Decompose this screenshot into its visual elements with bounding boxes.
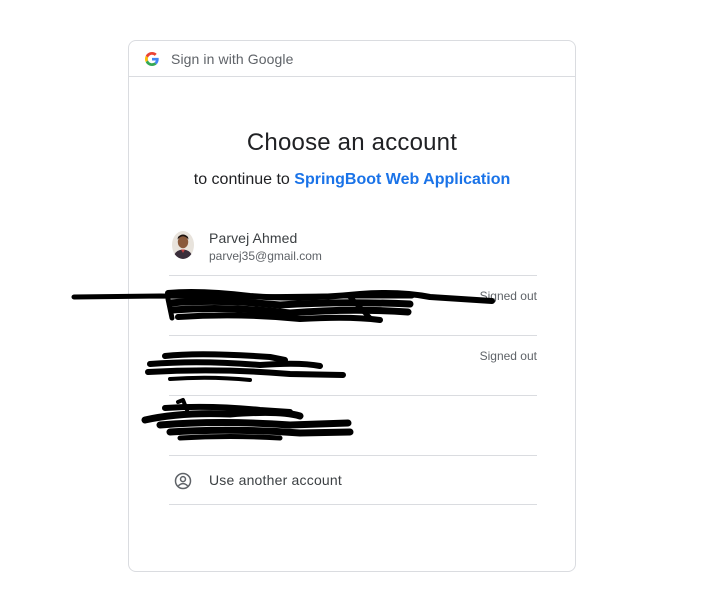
avatar bbox=[172, 231, 194, 259]
signed-out-label: Signed out bbox=[479, 349, 537, 363]
account-list: Parvej Ahmed parvej35@gmail.com Signed o… bbox=[169, 214, 537, 505]
account-name: Parvej Ahmed bbox=[209, 230, 298, 246]
use-another-account-label: Use another account bbox=[209, 472, 342, 488]
account-row-1[interactable]: Parvej Ahmed parvej35@gmail.com bbox=[169, 214, 537, 276]
account-chooser-card: Sign in with Google Choose an account to… bbox=[128, 40, 576, 572]
dialog-header: Sign in with Google bbox=[129, 41, 575, 77]
account-circle-icon bbox=[174, 472, 192, 490]
signed-out-label: Signed out bbox=[479, 289, 537, 303]
account-email: parvej35@gmail.com bbox=[209, 249, 322, 263]
account-row-2[interactable]: Signed out bbox=[169, 276, 537, 336]
account-row-4[interactable] bbox=[169, 396, 537, 456]
account-row-3[interactable]: Signed out bbox=[169, 336, 537, 396]
subtitle-prefix: to continue to bbox=[193, 171, 295, 188]
google-g-icon bbox=[145, 51, 159, 66]
use-another-account-button[interactable]: Use another account bbox=[169, 456, 537, 505]
page-subtitle: to continue to SpringBoot Web Applicatio… bbox=[129, 171, 575, 189]
page-title: Choose an account bbox=[246, 129, 458, 156]
header-title: Sign in with Google bbox=[171, 50, 294, 67]
app-name-link[interactable]: SpringBoot Web Application bbox=[294, 171, 510, 188]
